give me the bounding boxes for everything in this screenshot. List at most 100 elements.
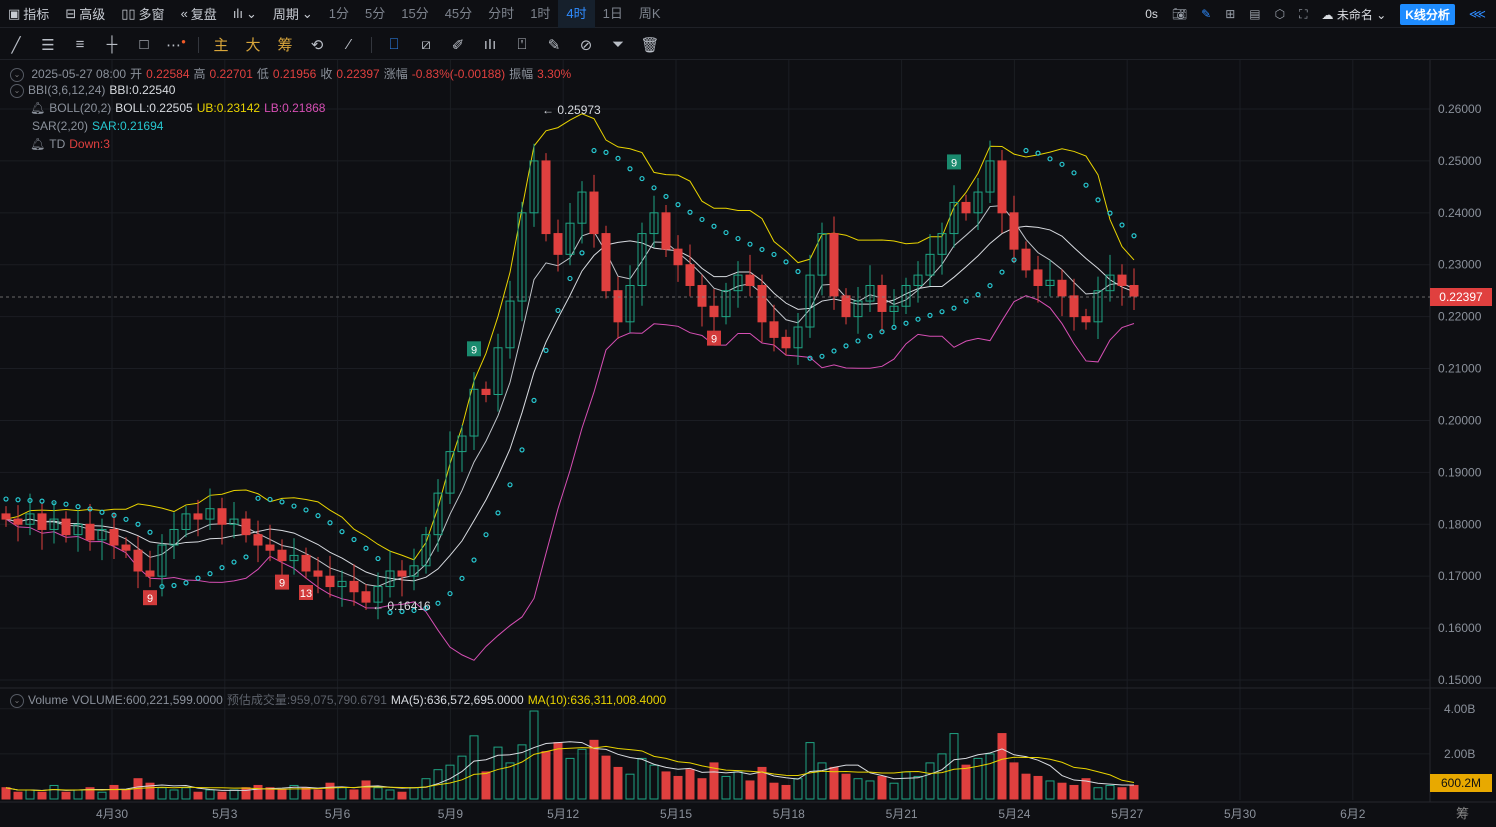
period-dropdown[interactable]: 周期 ⌄ <box>265 4 321 23</box>
horizontal-line-icon[interactable]: ┼ <box>96 36 128 53</box>
sar-dot <box>375 555 381 562</box>
td-legend: 🔔︎ TD Down:3 <box>30 137 110 151</box>
line-tool-icon[interactable]: ╱ <box>0 36 32 54</box>
chips-button[interactable]: 筹 <box>269 34 301 55</box>
main-button[interactable]: 主 <box>205 34 237 55</box>
volume-bar <box>913 775 923 800</box>
kline-analysis-button[interactable]: K线分析 <box>1400 3 1455 25</box>
volume-bar <box>1093 787 1103 800</box>
period-1h[interactable]: 1时 <box>522 0 558 28</box>
replay-button[interactable]: «复盘 <box>173 4 225 23</box>
lock-icon[interactable]: ⍞ <box>506 36 538 53</box>
volume-bar <box>853 778 863 800</box>
settings-icon[interactable]: ⬡ <box>1275 7 1285 21</box>
sar-dot <box>975 292 981 298</box>
brush-icon[interactable]: ⁄ <box>333 36 365 53</box>
advanced-button[interactable]: ⊟ 高级 <box>57 4 113 23</box>
candle <box>193 513 203 520</box>
layout-dropdown[interactable]: ☁ 未命名 ⌄ <box>1322 6 1387 23</box>
rectangle-icon[interactable]: □ <box>128 36 160 53</box>
volume-bar <box>1057 782 1067 800</box>
barrage-icon[interactable]: ▤ <box>1249 7 1260 21</box>
big-button[interactable]: 大 <box>237 34 269 55</box>
sar-dot <box>963 298 969 304</box>
volume-bar <box>1129 784 1139 800</box>
sar-dot <box>579 250 585 256</box>
volume-bar <box>13 791 23 800</box>
candle <box>877 284 887 312</box>
candle <box>145 570 155 577</box>
period-5m[interactable]: 5分 <box>357 0 393 28</box>
y-tick-label: 0.17000 <box>1438 569 1482 583</box>
sar-dot <box>747 241 753 247</box>
countdown: 0s <box>1145 7 1158 21</box>
candles-icon[interactable]: ıIı <box>474 36 506 53</box>
volume-bar <box>361 780 371 800</box>
sar-dot <box>531 397 537 403</box>
td-marker-label: 9 <box>471 344 477 356</box>
volume-bar <box>733 771 743 800</box>
camera-icon[interactable]: 📷︎ <box>1172 7 1187 21</box>
rewind-icon: « <box>180 6 188 21</box>
period-45m[interactable]: 45分 <box>437 0 480 28</box>
candle <box>217 508 227 525</box>
chart-type-dropdown[interactable]: ılı ⌄ <box>225 6 265 22</box>
volume-bar <box>1033 775 1043 800</box>
candle <box>481 388 491 395</box>
period-1m[interactable]: 1分 <box>321 0 357 28</box>
price-chart[interactable]: 9 9 13 9 9 9 0.26000 0.25000 0.24000 0.23000 0.220… <box>0 60 1496 827</box>
sar-legend: SAR(2,20) SAR:0.21694 <box>32 119 164 133</box>
sar-dot <box>999 269 1005 275</box>
volume-bar <box>553 742 563 800</box>
magnet-icon[interactable]: ⊘ <box>570 36 602 54</box>
indicators-button[interactable]: ▣ 指标 <box>0 4 57 23</box>
candle <box>745 274 755 286</box>
volume-bar <box>61 791 71 800</box>
period-4h[interactable]: 4时 <box>558 0 595 28</box>
y-tick-label: 0.15000 <box>1438 673 1482 687</box>
volume-bar <box>469 735 479 800</box>
add-frame-icon[interactable]: ⊞ <box>1225 7 1235 21</box>
filter-icon[interactable]: ⏷ <box>602 36 634 53</box>
period-timeline[interactable]: 分时 <box>480 0 522 28</box>
sar-dot <box>1059 161 1065 167</box>
collapse-icon[interactable]: ⌄ <box>10 693 24 708</box>
volume-bar <box>373 787 383 800</box>
sync-icon[interactable]: ⟲ <box>301 36 333 54</box>
pen-icon[interactable]: ✐ <box>442 36 474 54</box>
volume-bar <box>121 789 131 800</box>
sar-dot <box>627 166 633 172</box>
share-icon[interactable]: ⋘ <box>1469 7 1486 21</box>
note-icon[interactable]: ✎ <box>538 36 570 54</box>
multi-window-button[interactable]: ▯▯ 多窗 <box>113 4 172 23</box>
bell-icon[interactable]: 🔔︎ <box>30 137 45 151</box>
pencil-icon[interactable]: ✎ <box>1201 7 1211 21</box>
volume-bar <box>649 764 659 800</box>
collapse-icon[interactable]: ⌄ <box>10 67 24 82</box>
ruler-icon[interactable]: ⧄ <box>410 36 442 53</box>
channel-tool-icon[interactable]: ≡ <box>64 36 96 53</box>
sar-dot <box>219 565 225 571</box>
y-tick-label: 0.23000 <box>1438 258 1482 272</box>
volume-bar <box>481 771 491 800</box>
period-week[interactable]: 周K <box>631 0 669 28</box>
x-tick-label: 5月27 <box>1111 807 1143 821</box>
fullscreen-icon[interactable]: ⛶ <box>1299 7 1307 22</box>
sar-dot <box>327 520 333 526</box>
period-1d[interactable]: 1日 <box>595 0 631 28</box>
trash-icon[interactable]: 🗑︎ <box>634 36 666 54</box>
sar-dot <box>1023 147 1029 154</box>
volume-bar <box>1069 784 1079 800</box>
collapse-icon[interactable]: ⌄ <box>10 83 24 98</box>
bookmark-icon[interactable]: ⎕ <box>378 36 410 53</box>
volume-bar <box>277 789 287 800</box>
parallel-tool-icon[interactable]: ☰ <box>32 36 64 54</box>
volume-bar <box>337 787 347 800</box>
more-icon[interactable]: ⋯● <box>160 36 192 54</box>
sar-dot <box>687 209 693 215</box>
bell-icon[interactable]: 🔔︎ <box>30 101 45 115</box>
x-tick-label: 5月24 <box>998 807 1030 821</box>
period-15m[interactable]: 15分 <box>393 0 436 28</box>
x-tick-label: 5月18 <box>773 807 805 821</box>
candle <box>781 336 791 349</box>
